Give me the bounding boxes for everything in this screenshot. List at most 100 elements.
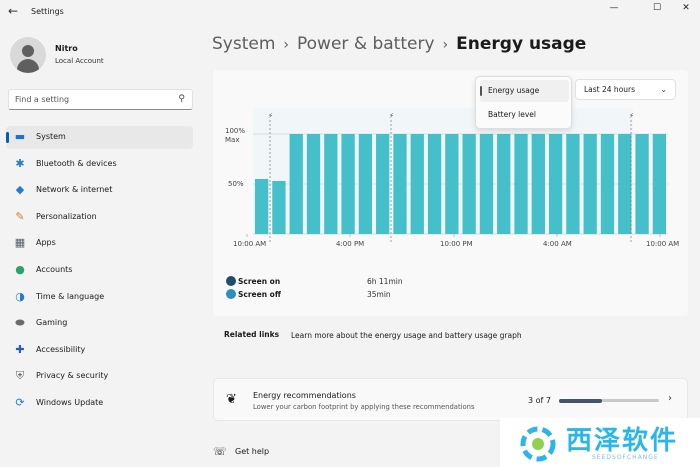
charging-bolt-icon: ⚡	[389, 112, 394, 120]
page-title: Energy usage	[456, 34, 587, 54]
breadcrumb: System › Power & battery › Energy usage	[212, 34, 586, 54]
time-range-value: Last 24 hours	[584, 85, 636, 94]
globe-clock-icon: ◑	[15, 289, 25, 303]
chart-bar	[583, 134, 597, 234]
chart-bar	[341, 134, 355, 234]
chart-bar	[306, 134, 321, 234]
sidebar-item-system[interactable]: ▬ System	[6, 126, 193, 149]
sidebar-item-accessibility[interactable]: ✚ Accessibility	[6, 339, 193, 362]
chart-bar	[635, 134, 649, 234]
menu-item-label: Energy usage	[488, 86, 540, 95]
chevron-down-icon: ⌄	[660, 85, 667, 94]
y-tick-label: 100%	[225, 127, 245, 135]
sidebar-item-gaming[interactable]: ⬬ Gaming	[6, 312, 193, 335]
help-icon[interactable]: ☏	[213, 445, 227, 458]
y-tick-label: 50%	[228, 180, 244, 188]
sidebar-item-label: Gaming	[36, 318, 68, 328]
chart-bar	[393, 134, 407, 234]
chart-bar	[410, 134, 424, 234]
minimize-button[interactable]: —	[600, 1, 628, 15]
chart-bar	[618, 134, 632, 234]
sidebar-item-accounts[interactable]: ● Accounts	[6, 259, 193, 282]
sidebar-item-label: Network & internet	[36, 185, 113, 195]
chart-bar	[376, 134, 390, 234]
update-icon: ⟳	[15, 396, 25, 409]
apps-icon: ▦	[14, 236, 26, 250]
title-bar: ← Settings — ☐ ✕	[0, 0, 700, 24]
sidebar-item-bluetooth-devices[interactable]: ✱ Bluetooth & devices	[6, 153, 193, 176]
watermark-logo	[520, 426, 556, 462]
chart-bar	[514, 134, 528, 234]
chart-bar	[462, 134, 476, 234]
chart-bar	[358, 134, 373, 234]
breadcrumb-separator: ›	[283, 37, 290, 53]
sidebar-item-label: Privacy & security	[36, 371, 109, 381]
app-title: Settings	[31, 7, 64, 16]
chart-bar	[324, 134, 338, 234]
watermark-subtext: SEEDSOFCHANGE	[592, 454, 659, 461]
search-box[interactable]: ⚲	[8, 89, 193, 110]
menu-item-battery-level[interactable]: Battery level	[480, 104, 569, 126]
accessibility-icon: ✚	[15, 342, 25, 356]
selected-indicator	[480, 86, 482, 96]
user-account-type: Local Account	[55, 57, 104, 65]
recommendations-progress-fill	[559, 398, 602, 403]
screen-off-legend-dot	[226, 289, 236, 299]
sidebar-item-label: Time & language	[36, 291, 105, 301]
screen-off-value: 35min	[367, 290, 391, 299]
breadcrumb-separator: ›	[442, 37, 449, 53]
chart-bar	[531, 134, 545, 234]
charging-bolt-icon: ⚡	[629, 112, 634, 120]
x-tick-label: 4:00 AM	[543, 240, 572, 248]
user-name: Nitro	[55, 44, 78, 53]
search-icon[interactable]: ⚲	[178, 94, 185, 104]
search-input[interactable]	[15, 93, 165, 106]
avatar[interactable]	[10, 37, 46, 73]
recommendations-subtitle: Lower your carbon footprint by applying …	[253, 403, 475, 411]
sidebar-item-network-internet[interactable]: ◆ Network & internet	[6, 179, 193, 202]
breadcrumb-system[interactable]: System	[212, 34, 275, 54]
x-tick-label: 10:00 AM	[233, 240, 266, 248]
chart-bar	[652, 134, 666, 234]
sidebar-item-windows-update[interactable]: ⟳ Windows Update	[6, 392, 193, 415]
energy-usage-learn-more-link[interactable]: Learn more about the energy usage and ba…	[291, 331, 522, 340]
chart-bar	[445, 134, 459, 234]
x-tick-label: 4:00 PM	[336, 240, 364, 248]
recommendations-progress-bar	[559, 398, 659, 403]
charging-bolt-icon: ⚡	[268, 112, 273, 120]
view-mode-menu: Energy usage Battery level	[475, 76, 572, 129]
sidebar-item-label: Personalization	[36, 211, 97, 221]
screen-on-legend-dot	[226, 276, 236, 286]
monitor-icon: ▬	[14, 130, 26, 143]
maximize-button[interactable]: ☐	[643, 1, 671, 15]
sidebar-item-apps[interactable]: ▦ Apps	[6, 232, 193, 255]
active-indicator	[6, 132, 9, 143]
screen-off-label: Screen off	[238, 290, 281, 299]
chevron-right-icon[interactable]: ›	[668, 393, 672, 404]
x-tick-label: 10:00 AM	[646, 240, 679, 248]
sidebar-item-time-language[interactable]: ◑ Time & language	[6, 286, 193, 309]
time-range-select[interactable]: Last 24 hours ⌄	[575, 79, 676, 100]
sidebar-item-personalization[interactable]: ✎ Personalization	[6, 206, 193, 229]
get-help-link[interactable]: Get help	[235, 447, 269, 456]
sidebar-item-label: Apps	[36, 238, 56, 248]
sidebar-item-label: System	[36, 132, 66, 141]
chart-bar	[497, 134, 511, 234]
energy-usage-chart: 100%Max 50% 10:00 AM 4:00 PM 10:00 PM 4:00 AM…	[225, 108, 679, 248]
screen-on-value: 6h 11min	[367, 277, 403, 286]
x-tick-label: 10:00 PM	[440, 240, 473, 248]
wifi-icon: ◆	[15, 183, 25, 197]
breadcrumb-power-battery[interactable]: Power & battery	[297, 34, 435, 54]
chart-bar	[566, 134, 580, 234]
menu-item-energy-usage[interactable]: Energy usage	[480, 80, 569, 102]
screen-on-label: Screen on	[238, 277, 281, 286]
avatar-body-icon	[17, 59, 39, 73]
brush-icon: ✎	[15, 209, 25, 223]
menu-item-label: Battery level	[488, 110, 536, 119]
energy-recommendations-card[interactable]: ❦ Energy recommendations Lower your carb…	[213, 378, 688, 421]
back-arrow-icon[interactable]: ←	[8, 4, 18, 18]
sidebar-item-privacy-security[interactable]: ⛨ Privacy & security	[6, 365, 193, 388]
chart-bar	[479, 134, 494, 234]
close-button[interactable]: ✕	[672, 1, 700, 15]
chart-bar	[272, 181, 286, 234]
